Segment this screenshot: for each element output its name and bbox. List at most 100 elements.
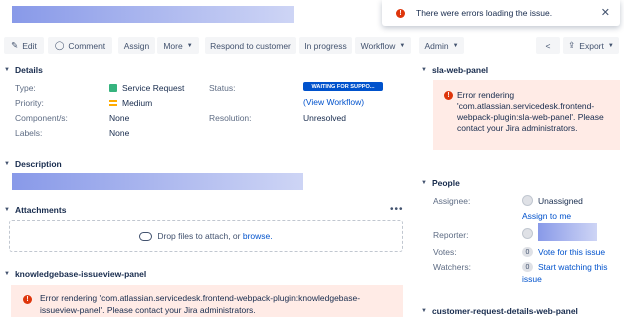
- error-toast: ! There were errors loading the issue. ✕: [382, 0, 620, 26]
- status-label: Status:: [209, 83, 236, 93]
- chevron-down-icon: ▼: [452, 42, 459, 49]
- priority-value: Medium: [109, 98, 152, 108]
- chevron-down-icon: ▼: [607, 42, 614, 49]
- sla-panel-heading-text: sla-web-panel: [431, 65, 489, 75]
- assignee-avatar: [522, 195, 533, 206]
- assignee-label: Assignee:: [433, 196, 471, 206]
- sla-error-line: Error rendering: [457, 90, 515, 100]
- votes-count: 0: [522, 247, 533, 257]
- admin-label: Admin: [424, 40, 449, 51]
- assign-label: Assign: [123, 40, 150, 51]
- labels-value: None: [109, 128, 130, 138]
- sla-error-line: 'com.atlassian.servicedesk.frontend-: [457, 101, 595, 111]
- in-progress-button[interactable]: In progress: [299, 37, 352, 54]
- type-value: Service Request: [109, 83, 184, 93]
- attachment-drop-zone[interactable]: Drop files to attach, or browse.: [9, 220, 403, 252]
- people-heading-text: People: [431, 178, 460, 188]
- close-icon[interactable]: ✕: [601, 6, 610, 19]
- header-fragment: [4, 0, 50, 3]
- attachments-heading-text: Attachments: [14, 205, 67, 215]
- watchers-label: Watchers:: [433, 262, 471, 272]
- upload-cloud-icon: [139, 231, 153, 241]
- error-icon: !: [444, 91, 453, 100]
- edit-button[interactable]: ✎ Edit: [4, 37, 44, 54]
- sla-panel-heading[interactable]: ▼ sla-web-panel: [421, 65, 488, 75]
- pencil-icon: ✎: [11, 40, 19, 50]
- kb-error-line-1: Error rendering 'com.atlassian.servicede…: [40, 293, 361, 303]
- description-redacted: [12, 173, 303, 190]
- chevron-down-icon: ▼: [399, 42, 406, 49]
- edit-label: Edit: [22, 40, 37, 51]
- service-request-icon: [109, 84, 117, 92]
- resolution-label: Resolution:: [209, 113, 252, 123]
- crd-panel-heading-text: customer-request-details-web-panel: [431, 306, 578, 316]
- issue-title-redacted: [12, 6, 294, 23]
- priority-label: Priority:: [15, 98, 44, 108]
- type-label: Type:: [15, 83, 36, 93]
- votes-label: Votes:: [433, 247, 457, 257]
- description-heading[interactable]: ▼ Description: [4, 159, 62, 169]
- collapse-triangle-icon: ▼: [421, 308, 427, 314]
- people-heading[interactable]: ▼ People: [421, 178, 460, 188]
- chevron-down-icon: ▼: [186, 42, 193, 49]
- vote-link[interactable]: Vote for this issue: [538, 247, 605, 257]
- comment-icon: ◯: [54, 40, 65, 50]
- view-workflow-link[interactable]: (View Workflow): [303, 97, 364, 107]
- error-icon: !: [396, 8, 405, 18]
- collapse-triangle-icon: ▼: [4, 271, 10, 277]
- collapse-triangle-icon: ▼: [4, 67, 10, 73]
- details-heading[interactable]: ▼ Details: [4, 65, 43, 75]
- export-icon: ⇪: [568, 40, 576, 50]
- watch-link[interactable]: Start watching this: [538, 262, 607, 272]
- drop-text: Drop files to attach, or: [157, 231, 241, 241]
- more-options-icon[interactable]: •••: [390, 204, 404, 215]
- share-button[interactable]: <: [536, 37, 560, 54]
- browse-link[interactable]: browse.: [243, 231, 273, 241]
- reporter-name-redacted: [538, 223, 597, 241]
- share-icon: <: [545, 40, 551, 51]
- labels-label: Labels:: [15, 128, 43, 138]
- components-value: None: [109, 113, 130, 123]
- watch-link-continued[interactable]: issue: [522, 274, 542, 284]
- workflow-button[interactable]: Workflow ▼: [355, 37, 411, 54]
- kb-panel-heading-text: knowledgebase-issueview-panel: [14, 269, 147, 279]
- kb-panel-heading[interactable]: ▼ knowledgebase-issueview-panel: [4, 269, 146, 279]
- assign-to-me-link[interactable]: Assign to me: [522, 211, 571, 221]
- more-button[interactable]: More ▼: [157, 37, 199, 54]
- priority-medium-icon: [109, 100, 117, 106]
- collapse-triangle-icon: ▼: [421, 180, 427, 186]
- collapse-triangle-icon: ▼: [4, 161, 10, 167]
- status-badge[interactable]: WAITING FOR SUPPO...: [303, 82, 383, 91]
- export-button[interactable]: ⇪ Export ▼: [563, 37, 619, 54]
- reporter-avatar: [522, 228, 533, 239]
- admin-button[interactable]: Admin ▼: [419, 37, 464, 54]
- attachments-heading[interactable]: ▼ Attachments: [4, 205, 66, 215]
- assignee-value: Unassigned: [538, 196, 583, 206]
- priority-value-text: Medium: [122, 98, 153, 108]
- respond-label: Respond to customer: [210, 40, 291, 51]
- crd-panel-heading[interactable]: ▼ customer-request-details-web-panel: [421, 306, 578, 316]
- in-progress-label: In progress: [304, 40, 347, 51]
- details-heading-text: Details: [14, 65, 43, 75]
- more-label: More: [163, 40, 183, 51]
- description-heading-text: Description: [14, 159, 62, 169]
- sla-error-line: contact your Jira administrators.: [457, 123, 578, 133]
- sla-error-line: webpack-plugin:sla-web-panel'. Please: [457, 112, 604, 122]
- resolution-value: Unresolved: [303, 113, 346, 123]
- kb-error-panel: ! Error rendering 'com.atlassian.service…: [11, 285, 403, 317]
- sla-error-panel: ! Error rendering 'com.atlassian.service…: [433, 80, 620, 150]
- respond-to-customer-button[interactable]: Respond to customer: [205, 37, 296, 54]
- reporter-label: Reporter:: [433, 230, 469, 240]
- toast-message: There were errors loading the issue.: [416, 8, 553, 18]
- kb-error-line-2: issueview-panel'. Please contact your Ji…: [40, 305, 256, 315]
- collapse-triangle-icon: ▼: [4, 207, 10, 213]
- workflow-label: Workflow: [360, 40, 396, 51]
- comment-button[interactable]: ◯ Comment: [48, 37, 112, 54]
- comment-label: Comment: [68, 40, 106, 51]
- type-value-text: Service Request: [122, 83, 185, 93]
- export-label: Export: [579, 40, 604, 51]
- assign-button[interactable]: Assign: [118, 37, 155, 54]
- collapse-triangle-icon: ▼: [421, 67, 427, 73]
- components-label: Component/s:: [15, 113, 68, 123]
- error-icon: !: [23, 295, 32, 304]
